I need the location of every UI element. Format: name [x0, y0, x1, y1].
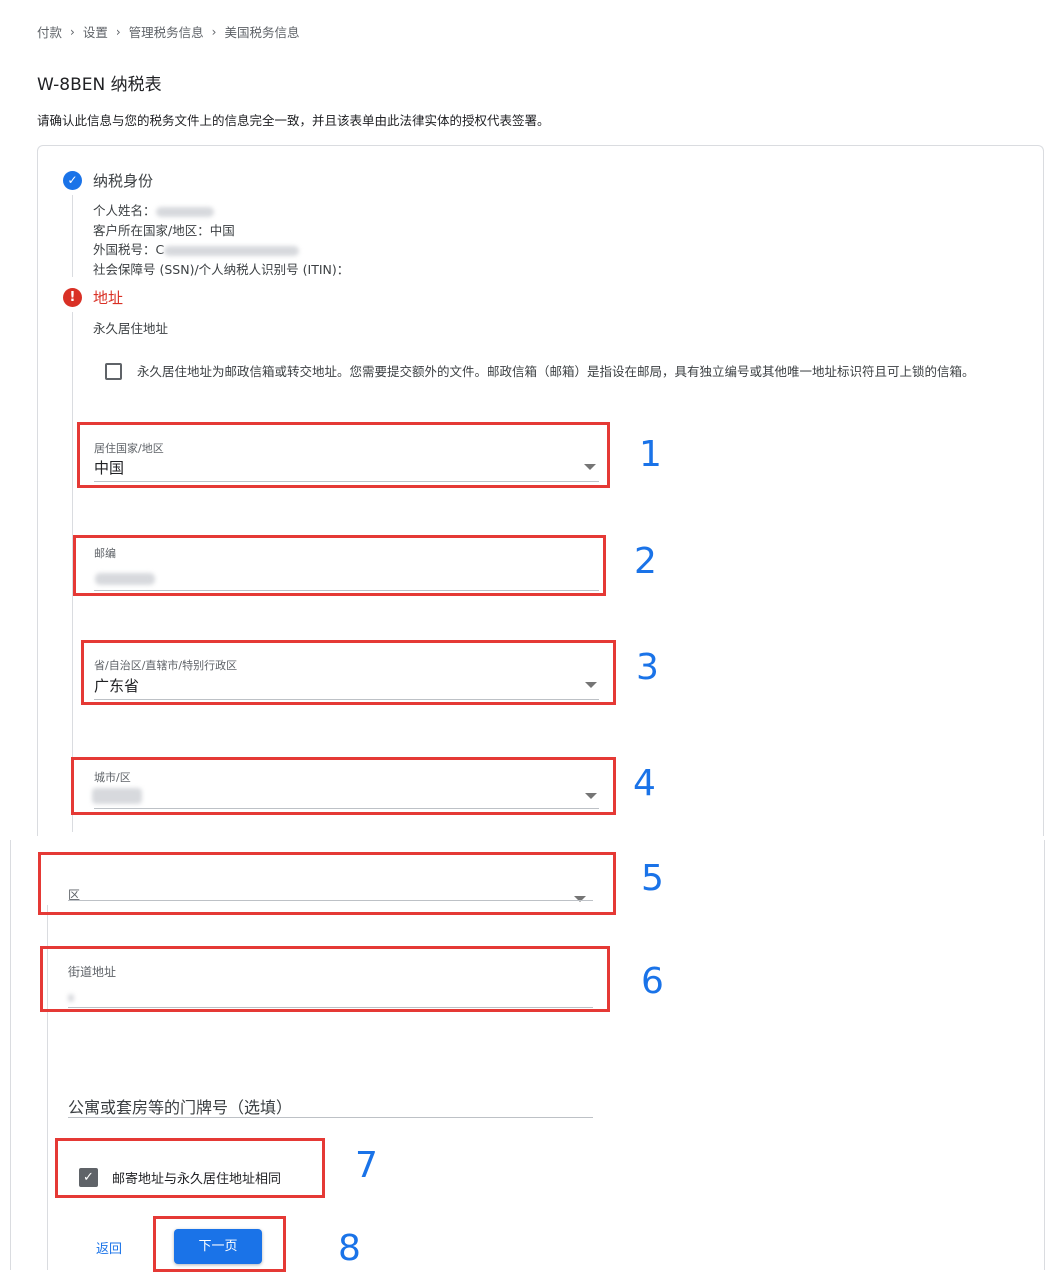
po-box-text: 永久居住地址为邮政信箱或转交地址。您需要提交额外的文件。邮政信箱（邮箱）是指设在…	[137, 364, 975, 379]
error-icon: !	[63, 288, 82, 307]
address-label: 地址	[93, 289, 124, 307]
annotation-number-7: 7	[355, 1145, 378, 1186]
po-box-checkbox[interactable]	[105, 363, 122, 380]
back-button[interactable]: 返回	[96, 1238, 122, 1257]
breadcrumb-item-settings[interactable]: 设置	[83, 22, 108, 41]
foreign-tax-label: 外国税号：	[93, 242, 156, 257]
chevron-right-icon: ›	[70, 24, 75, 39]
annotation-number-3: 3	[636, 647, 659, 688]
breadcrumb-item-payments[interactable]: 付款	[37, 22, 62, 41]
annotation-box-5	[38, 852, 616, 915]
chevron-right-icon: ›	[211, 24, 217, 39]
name-label: 个人姓名：	[93, 203, 156, 218]
annotation-number-2: 2	[634, 541, 657, 582]
step-rail	[72, 195, 73, 277]
page-title: W-8BEN 纳税表	[37, 75, 162, 95]
breadcrumb-item-us-tax: 美国税务信息	[224, 25, 300, 40]
annotation-number-8: 8	[338, 1228, 361, 1269]
annotation-number-4: 4	[633, 763, 656, 804]
page-description: 请确认此信息与您的税务文件上的信息完全一致，并且该表单由此法律实体的授权代表签署…	[37, 113, 550, 128]
name-line: 个人姓名：	[93, 200, 214, 219]
annotation-number-6: 6	[641, 961, 664, 1002]
annotation-number-1: 1	[639, 434, 662, 475]
tax-identity-label: 纳税身份	[93, 172, 154, 190]
breadcrumb: 付款 › 设置 › 管理税务信息 › 美国税务信息	[37, 22, 300, 41]
redacted-value	[164, 245, 300, 256]
apartment-placeholder: 公寓或套房等的门牌号（选填）	[68, 1098, 293, 1117]
foreign-tax-visible: C	[155, 242, 165, 257]
permanent-address-label: 永久居住地址	[93, 321, 169, 336]
breadcrumb-item-manage-tax[interactable]: 管理税务信息	[129, 22, 204, 41]
card-border-right	[1044, 840, 1045, 1270]
foreign-tax-line: 外国税号：C	[93, 239, 300, 258]
apartment-input[interactable]	[68, 1117, 593, 1118]
annotation-box-8	[153, 1216, 286, 1272]
annotation-box-4	[71, 757, 616, 815]
annotation-number-5: 5	[641, 858, 664, 899]
annotation-box-1	[77, 422, 610, 488]
ssn-line: 社会保障号 (SSN)/个人纳税人识别号 (ITIN)：	[93, 262, 350, 277]
annotation-box-2	[73, 535, 606, 596]
country-line: 客户所在国家/地区：中国	[93, 223, 235, 238]
redacted-value	[155, 206, 214, 217]
chevron-right-icon: ›	[115, 24, 121, 39]
check-circle-icon: ✓	[63, 171, 82, 190]
annotation-box-3	[81, 640, 616, 705]
annotation-box-6	[40, 946, 610, 1012]
annotation-box-7	[55, 1138, 325, 1198]
card-border-left	[10, 840, 11, 1270]
